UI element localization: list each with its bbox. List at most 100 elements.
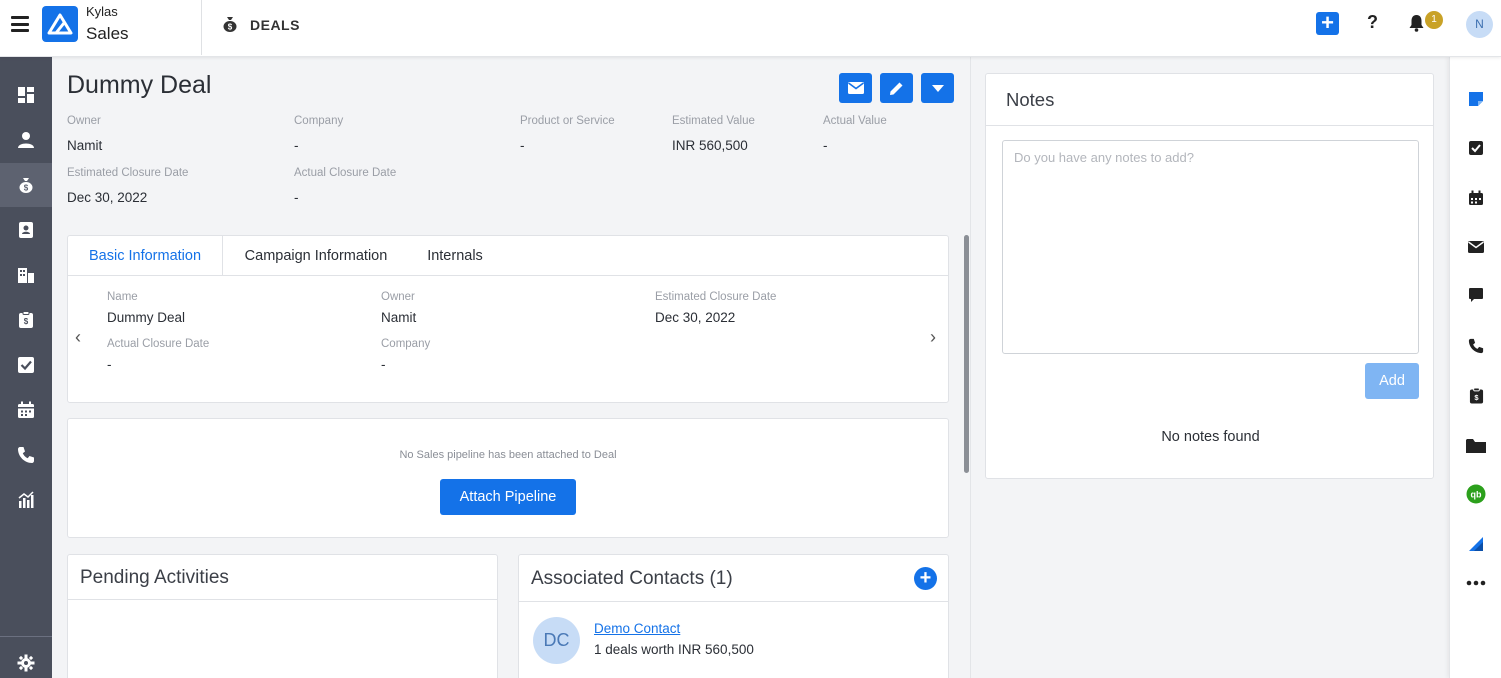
sidebar-item-users[interactable] <box>0 118 52 162</box>
rail-calls[interactable] <box>1450 331 1501 361</box>
associated-contacts-card: Associated Contacts (1) + DC Demo Contac… <box>518 554 949 678</box>
panel-divider <box>68 599 497 600</box>
basic-estimated-closure-value: Dec 30, 2022 <box>655 310 736 325</box>
bell-icon[interactable] <box>1408 14 1425 37</box>
notes-empty-text: No notes found <box>1161 429 1260 445</box>
task-icon <box>1469 141 1483 155</box>
contact-name-link[interactable]: Demo Contact <box>594 621 680 636</box>
note-icon <box>1469 92 1483 106</box>
sidebar-item-quotes[interactable]: $ <box>0 298 52 342</box>
pipeline-empty-text: No Sales pipeline has been attached to D… <box>399 449 617 461</box>
actual-value-label: Actual Value <box>823 115 887 127</box>
money-bag-icon: $ <box>19 178 33 193</box>
rail-quotes[interactable]: $ <box>1450 381 1501 411</box>
tab-bar: Basic Information Campaign Information I… <box>68 236 948 276</box>
associated-contacts-title: Associated Contacts (1) <box>531 568 733 589</box>
brand-product: Sales <box>86 24 129 43</box>
sidebar-item-calls[interactable] <box>0 433 52 477</box>
company-label: Company <box>294 115 344 127</box>
user-avatar[interactable]: N <box>1466 11 1493 38</box>
phone-icon <box>18 447 34 463</box>
rail-more[interactable] <box>1450 568 1501 598</box>
rail-sales-app[interactable] <box>1450 529 1501 559</box>
sidebar-item-tasks[interactable] <box>0 343 52 387</box>
calendar-icon <box>1469 190 1483 205</box>
rail-notes[interactable] <box>1450 84 1501 114</box>
sidebar-item-calendar[interactable] <box>0 388 52 432</box>
sidebar-item-companies[interactable] <box>0 253 52 297</box>
rail-email[interactable] <box>1450 232 1501 262</box>
pipeline-card: No Sales pipeline has been attached to D… <box>67 418 949 538</box>
chevron-left-icon[interactable]: ‹ <box>75 327 81 348</box>
user-icon <box>18 132 34 148</box>
sidebar-item-dashboard[interactable] <box>0 73 52 117</box>
left-sidebar: $ $ <box>0 57 52 678</box>
svg-text:$: $ <box>24 317 29 326</box>
contact-deals-summary: 1 deals worth INR 560,500 <box>594 642 754 657</box>
calendar-icon <box>18 401 34 418</box>
folder-icon <box>1466 439 1486 453</box>
main-scrollbar[interactable] <box>964 235 969 473</box>
estimated-value-value: INR 560,500 <box>672 138 748 153</box>
sidebar-separator <box>0 636 52 637</box>
hamburger-menu-icon[interactable] <box>11 16 29 32</box>
sidebar-item-deals[interactable]: $ <box>0 163 52 207</box>
contact-card-icon <box>19 222 33 238</box>
building-icon <box>18 268 34 283</box>
quote-icon: $ <box>1469 387 1483 404</box>
rail-calendar[interactable] <box>1450 183 1501 213</box>
email-button[interactable] <box>839 73 872 103</box>
panel-divider <box>519 601 948 602</box>
more-icon <box>1466 580 1486 586</box>
checkbox-icon <box>18 357 34 373</box>
sidebar-item-contacts[interactable] <box>0 208 52 252</box>
sales-app-icon <box>1469 537 1483 551</box>
company-value: - <box>294 138 299 153</box>
svg-text:$: $ <box>24 184 29 193</box>
actual-closure-value: - <box>294 190 299 205</box>
edit-button[interactable] <box>880 73 913 103</box>
money-bag-icon: $ <box>221 15 239 38</box>
basic-owner-label: Owner <box>381 291 415 303</box>
phone-icon <box>1468 338 1484 354</box>
tab-internals[interactable]: Internals <box>409 236 501 276</box>
notes-title: Notes <box>1006 89 1055 110</box>
basic-company-value: - <box>381 357 386 372</box>
top-bar: Kylas Sales $ DEALS + ? 1 N <box>0 0 1501 57</box>
module-title: DEALS <box>250 17 300 33</box>
notes-panel: Notes Add No notes found <box>985 73 1434 479</box>
quick-add-button[interactable]: + <box>1316 12 1339 35</box>
rail-chat[interactable] <box>1450 280 1501 310</box>
rail-tasks[interactable] <box>1450 133 1501 163</box>
tab-campaign-information[interactable]: Campaign Information <box>223 236 409 276</box>
owner-label: Owner <box>67 115 101 127</box>
basic-actual-closure-label: Actual Closure Date <box>107 338 210 350</box>
deal-detail-main: Dummy Deal Owner Namit Company - Product… <box>52 57 970 678</box>
help-icon[interactable]: ? <box>1367 12 1378 33</box>
pending-activities-title: Pending Activities <box>80 567 229 588</box>
details-tabs-card: Basic Information Campaign Information I… <box>67 235 949 403</box>
add-contact-button[interactable]: + <box>914 567 937 590</box>
deal-title: Dummy Deal <box>67 71 212 99</box>
estimated-value-label: Estimated Value <box>672 115 755 127</box>
actual-closure-label: Actual Closure Date <box>294 167 397 179</box>
attach-pipeline-button[interactable]: Attach Pipeline <box>440 479 576 515</box>
brand-name: Kylas <box>86 4 118 19</box>
basic-name-label: Name <box>107 291 138 303</box>
sidebar-item-settings[interactable] <box>0 641 52 678</box>
quickbooks-icon: qb <box>1466 484 1486 504</box>
kylas-logo-icon[interactable] <box>42 6 78 42</box>
pencil-icon <box>890 82 903 95</box>
actual-value-value: - <box>823 138 828 153</box>
notes-input[interactable] <box>1002 140 1419 354</box>
sidebar-item-reports[interactable] <box>0 478 52 522</box>
rail-quickbooks[interactable]: qb <box>1450 479 1501 509</box>
basic-owner-value: Namit <box>381 310 417 325</box>
more-actions-button[interactable] <box>921 73 954 103</box>
estimated-closure-label: Estimated Closure Date <box>67 167 189 179</box>
chevron-right-icon[interactable]: › <box>930 327 936 348</box>
add-note-button[interactable]: Add <box>1365 363 1419 399</box>
tab-basic-information[interactable]: Basic Information <box>68 236 223 276</box>
contact-avatar: DC <box>533 617 580 664</box>
rail-documents[interactable] <box>1450 431 1501 461</box>
